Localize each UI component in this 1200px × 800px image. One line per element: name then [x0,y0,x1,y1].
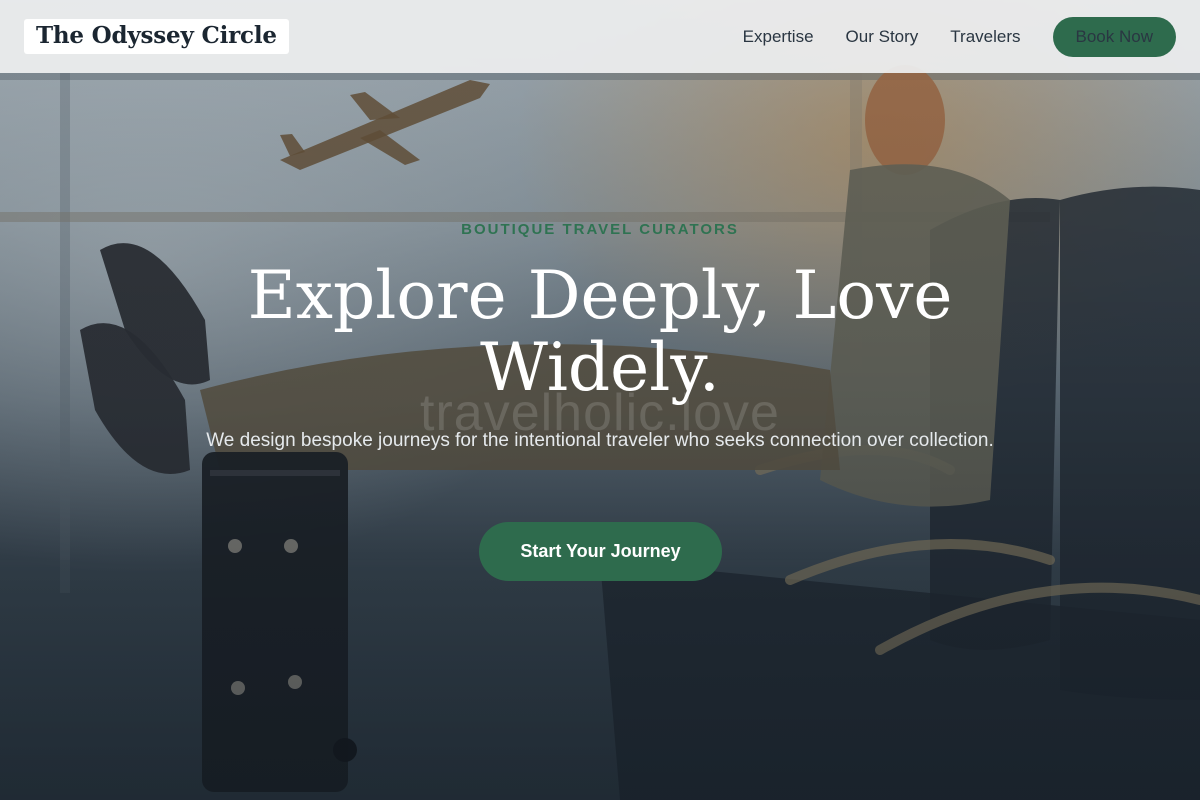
main-nav: Expertise Our Story Travelers Book Now [743,16,1176,57]
hero-subtitle: We design bespoke journeys for the inten… [206,430,994,451]
hero-headline-line-2: Widely. [480,329,720,406]
nav-link-travelers[interactable]: Travelers [950,27,1020,47]
site-header: The Odyssey Circle Expertise Our Story T… [0,0,1200,73]
nav-link-our-story[interactable]: Our Story [846,27,919,47]
hero-content: BOUTIQUE TRAVEL CURATORS travelholic.lov… [0,0,1200,800]
brand-logo[interactable]: The Odyssey Circle [24,19,289,54]
hero-eyebrow: BOUTIQUE TRAVEL CURATORS [461,221,739,238]
hero-headline-line-1: Explore Deeply, Love [247,257,953,334]
book-now-button[interactable]: Book Now [1052,16,1176,57]
nav-link-expertise[interactable]: Expertise [743,27,814,47]
start-journey-button[interactable]: Start Your Journey [479,522,722,581]
hero-headline: Explore Deeply, Love Widely. [200,260,1000,404]
